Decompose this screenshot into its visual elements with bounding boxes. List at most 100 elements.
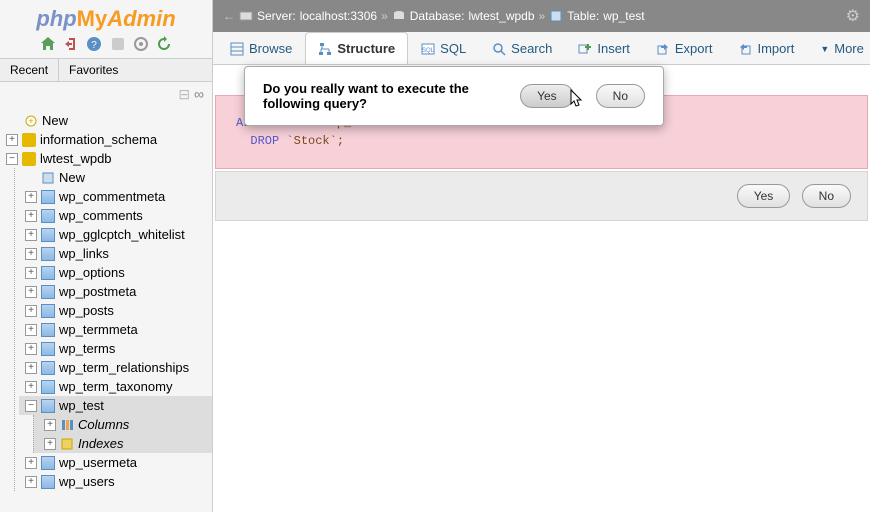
browse-icon [230,42,244,56]
tab-import[interactable]: Import [725,32,807,64]
tree-table-label: wp_comments [59,208,143,223]
tree-table[interactable]: + wp_gglcptch_whitelist [19,225,212,244]
gear-icon[interactable]: ⚙ [846,6,860,26]
tree-table[interactable]: + wp_usermeta [19,453,212,472]
tree-new-table[interactable]: New [19,168,212,187]
expand-icon[interactable]: + [25,248,37,260]
logo[interactable]: phpMyAdmin [0,0,212,34]
table-icon [549,9,563,23]
collapse-box-icon[interactable]: − [6,153,18,165]
tree-table[interactable]: +wp_posts [19,301,212,320]
tree-db-info-schema[interactable]: + information_schema [0,130,212,149]
tab-browse-label: Browse [249,41,292,56]
table-icon [41,190,55,204]
table-icon [41,399,55,413]
expand-icon[interactable]: + [25,267,37,279]
dialog-yes-button[interactable]: Yes [520,84,574,108]
table-icon [41,228,55,242]
bc-server[interactable]: localhost:3306 [300,9,377,23]
expand-icon[interactable]: + [25,457,37,469]
tree-table-label: wp_gglcptch_whitelist [59,227,185,242]
svg-text:+: + [28,116,33,126]
confirm-no-button[interactable]: No [802,184,851,208]
expand-icon[interactable]: + [25,191,37,203]
tree-table-label: wp_options [59,265,125,280]
bc-table[interactable]: wp_test [603,9,644,23]
tree-db-label: lwtest_wpdb [40,151,112,166]
database-icon [392,9,406,23]
sql-icon: SQL [421,42,435,56]
expand-icon[interactable]: + [6,134,18,146]
confirm-bar: Yes No [215,171,868,221]
tree-table[interactable]: +wp_term_taxonomy [19,377,212,396]
logo-my: My [77,6,108,31]
nav-tree: + New + information_schema − lwtest_wpdb… [0,107,212,495]
confirm-yes-button[interactable]: Yes [737,184,791,208]
tree-new-root[interactable]: + New [0,111,212,130]
tree-table-label: wp_usermeta [59,455,137,470]
tree-table[interactable]: +wp_term_relationships [19,358,212,377]
bc-sep: » [539,9,546,23]
tree-table[interactable]: + wp_commentmeta [19,187,212,206]
tab-sql-label: SQL [440,41,466,56]
sidebar: phpMyAdmin ? Recent Favorites ⊟ ∞ + New … [0,0,213,512]
import-icon [738,42,752,56]
expand-icon[interactable]: + [25,305,37,317]
table-icon [41,209,55,223]
tree-indexes[interactable]: + Indexes [38,434,212,453]
bc-db[interactable]: lwtest_wpdb [468,9,534,23]
tab-browse[interactable]: Browse [217,32,305,64]
tree-new-label: New [42,113,68,128]
tab-favorites[interactable]: Favorites [59,59,128,81]
link-icon[interactable]: ∞ [194,86,204,102]
tab-search[interactable]: Search [479,32,565,64]
new-icon [41,171,55,185]
tab-structure[interactable]: Structure [305,32,408,64]
home-icon[interactable] [40,36,56,52]
expand-icon[interactable]: + [25,381,37,393]
bc-db-lbl: Database: [410,9,465,23]
expand-icon[interactable]: + [44,419,56,431]
main-tabs: Browse Structure SQL SQL Search Insert E… [213,32,870,65]
tree-columns[interactable]: + Columns [38,415,212,434]
tree-table[interactable]: +wp_users [19,472,212,491]
exit-icon[interactable] [63,36,79,52]
tree-table[interactable]: + wp_terms [19,339,212,358]
tree-table-selected[interactable]: − wp_test [19,396,212,415]
tab-recent[interactable]: Recent [0,59,59,81]
tree-table[interactable]: + wp_options [19,263,212,282]
expand-icon[interactable]: + [25,229,37,241]
expand-icon[interactable]: + [25,286,37,298]
tree-db-label: information_schema [40,132,157,147]
tree-table[interactable]: +wp_links [19,244,212,263]
expand-icon[interactable]: + [25,362,37,374]
sql-ident: `Stock`; [286,134,344,148]
reload-icon[interactable] [156,36,172,52]
expand-icon[interactable]: + [44,438,56,450]
tab-insert[interactable]: Insert [565,32,643,64]
tree-table-label: wp_test [59,398,104,413]
tree-db-lwtest[interactable]: − lwtest_wpdb [0,149,212,168]
expand-icon[interactable]: + [25,476,37,488]
expand-icon[interactable]: + [25,343,37,355]
settings-icon[interactable] [133,36,149,52]
sql-docs-icon[interactable] [110,36,126,52]
expand-icon[interactable]: + [25,324,37,336]
collapse-icon[interactable]: ⊟ [178,86,190,102]
tree-table-label: wp_terms [59,341,115,356]
docs-icon[interactable]: ? [86,36,102,52]
tree-table[interactable]: +wp_postmeta [19,282,212,301]
tree-table[interactable]: + wp_comments [19,206,212,225]
tab-insert-label: Insert [597,41,630,56]
tab-export[interactable]: Export [643,32,726,64]
tree-table-label: wp_commentmeta [59,189,165,204]
tree-table[interactable]: +wp_termmeta [19,320,212,339]
expand-icon[interactable]: + [25,210,37,222]
dialog-no-button[interactable]: No [596,84,645,108]
tab-more[interactable]: ▼ More [807,32,870,64]
tab-sql[interactable]: SQL SQL [408,32,479,64]
breadcrumb-arrow-icon[interactable]: ← [223,9,235,23]
database-icon [22,152,36,166]
bc-server-lbl: Server: [257,9,296,23]
collapse-box-icon[interactable]: − [25,400,37,412]
